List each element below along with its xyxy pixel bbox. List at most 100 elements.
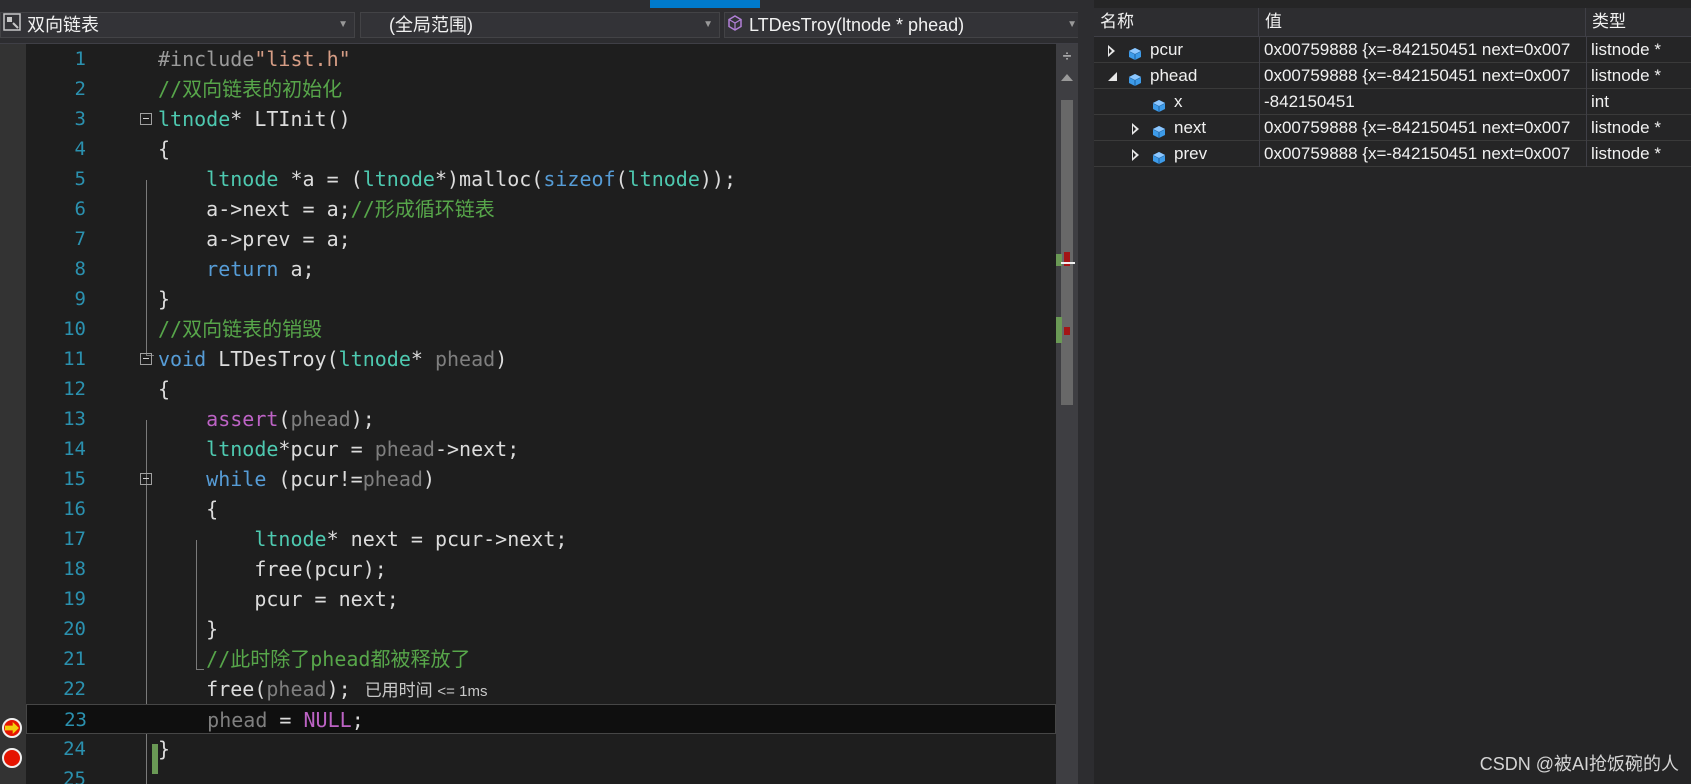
code-line[interactable]: 12 { xyxy=(26,374,1056,404)
code-line[interactable]: 13 assert(phead); xyxy=(26,404,1056,434)
code-line[interactable]: 22 free(phead); 已用时间 <= 1ms xyxy=(26,674,1056,704)
watermark: CSDN @被AI抢饭碗的人 xyxy=(1479,754,1679,774)
code-line[interactable]: 4{ xyxy=(26,134,1056,164)
code-token: while xyxy=(206,467,267,491)
code-line[interactable]: 18 free(pcur); xyxy=(26,554,1056,584)
line-number: 17 xyxy=(63,528,86,550)
watch-value[interactable]: 0x00759888 {x=-842150451 next=0x007 xyxy=(1259,37,1586,63)
watch-row[interactable]: prev 0x00759888 {x=-842150451 next=0x007 l… xyxy=(1094,141,1691,167)
code-editor[interactable]: 1 #include"list.h" 2//双向链表的初始化 3 ltnode* LTI… xyxy=(26,44,1056,784)
line-number: 7 xyxy=(74,228,86,250)
code-line[interactable]: 11 void LTDesTroy(ltnode* phead) xyxy=(26,344,1056,374)
chevron-down-icon: ▼ xyxy=(703,19,713,30)
watch-value[interactable]: -842150451 xyxy=(1259,89,1586,115)
code-line[interactable]: 17 ltnode* next = pcur->next; xyxy=(26,524,1056,554)
current-statement-arrow-icon[interactable] xyxy=(2,718,22,738)
expand-arrow-icon[interactable] xyxy=(1132,123,1139,135)
code-token: ltnode xyxy=(362,167,435,191)
breakpoint-icon[interactable] xyxy=(2,748,22,768)
column-header-value[interactable]: 值 xyxy=(1259,8,1586,36)
line-number: 10 xyxy=(63,318,86,340)
code-line[interactable]: 16 { xyxy=(26,494,1056,524)
scrollbar-marker xyxy=(1056,254,1062,266)
collapse-toggle-icon[interactable] xyxy=(140,473,152,485)
code-text: free(pcur); xyxy=(158,554,386,584)
watch-value[interactable]: 0x00759888 {x=-842150451 next=0x007 xyxy=(1259,141,1586,167)
watch-row[interactable]: x -842150451 int xyxy=(1094,89,1691,115)
editor-vertical-scrollbar[interactable]: ÷ xyxy=(1056,44,1078,784)
code-line[interactable]: 5 ltnode *a = (ltnode*)malloc(sizeof(ltn… xyxy=(26,164,1056,194)
code-token: ->next; xyxy=(434,437,520,461)
code-token: *pcur = xyxy=(278,437,375,461)
code-line[interactable]: 3 ltnode* LTInit() xyxy=(26,104,1056,134)
code-line[interactable]: 6 a->next = a;//形成循环链表 xyxy=(26,194,1056,224)
code-line[interactable]: 9} xyxy=(26,284,1056,314)
code-text: a->next = a;//形成循环链表 xyxy=(158,194,495,224)
code-line[interactable]: 7 a->prev = a; xyxy=(26,224,1056,254)
breakpoint-gutter[interactable] xyxy=(0,44,26,784)
scope-dropdown[interactable]: (全局范围) ▼ xyxy=(360,12,720,38)
line-number: 14 xyxy=(63,438,86,460)
line-number: 3 xyxy=(74,108,86,130)
watch-window: 名称 值 类型 pcur 0x00759888 {x=-842150451 nex… xyxy=(1094,0,1691,784)
code-line[interactable]: 25 xyxy=(26,764,1056,784)
line-number: 5 xyxy=(74,168,86,190)
code-line[interactable]: 2 //双向链表的初始化 xyxy=(26,74,1056,104)
line-number: 20 xyxy=(63,618,86,640)
code-line[interactable]: 21 //此时除了phead都被释放了 xyxy=(26,644,1056,674)
expand-arrow-icon[interactable] xyxy=(1132,149,1139,161)
code-text: pcur = next; xyxy=(158,584,399,614)
code-line[interactable]: 1 #include"list.h" xyxy=(26,44,1056,74)
variable-icon xyxy=(1152,95,1166,112)
scroll-up-arrow-icon[interactable] xyxy=(1061,74,1073,81)
column-header-type[interactable]: 类型 xyxy=(1586,8,1691,36)
line-number: 12 xyxy=(63,378,86,400)
code-token: return xyxy=(206,257,279,281)
code-line[interactable]: 20 } xyxy=(26,614,1056,644)
collapse-toggle-icon[interactable] xyxy=(140,353,152,365)
code-token: a->prev = a; xyxy=(158,227,351,251)
code-token: *a = ( xyxy=(278,167,363,191)
project-dropdown[interactable]: 双向链表 ▼ xyxy=(0,12,355,38)
watch-row[interactable]: pcur 0x00759888 {x=-842150451 next=0x007 l… xyxy=(1094,37,1691,63)
code-token: "list.h" xyxy=(254,47,351,71)
code-line[interactable]: 24} xyxy=(26,734,1056,764)
collapse-arrow-icon[interactable] xyxy=(1108,72,1117,81)
code-line[interactable]: 10 //双向链表的销毁 xyxy=(26,314,1056,344)
code-line[interactable]: 23 phead = NULL; xyxy=(26,704,1056,734)
function-cube-icon xyxy=(727,13,743,37)
code-token: NULL xyxy=(303,708,352,732)
code-line[interactable]: 19 pcur = next; xyxy=(26,584,1056,614)
watch-name: next xyxy=(1174,118,1207,137)
watch-row[interactable]: phead 0x00759888 {x=-842150451 next=0x007… xyxy=(1094,63,1691,89)
collapse-toggle-icon[interactable] xyxy=(140,113,152,125)
code-token: phead xyxy=(374,437,435,461)
panel-divider[interactable] xyxy=(1078,0,1094,784)
code-line[interactable]: 14 ltnode*pcur = phead->next; xyxy=(26,434,1056,464)
code-token: phead xyxy=(434,347,496,371)
code-line[interactable]: 8 return a; xyxy=(26,254,1056,284)
watch-row[interactable]: next 0x00759888 {x=-842150451 next=0x007 l… xyxy=(1094,115,1691,141)
line-number: 24 xyxy=(63,738,86,760)
code-token: { xyxy=(158,377,171,401)
code-text: } xyxy=(158,284,170,314)
code-line[interactable]: 15 while (pcur!=phead) xyxy=(26,464,1056,494)
watch-value[interactable]: 0x00759888 {x=-842150451 next=0x007 xyxy=(1259,63,1586,89)
code-token: )); xyxy=(699,167,737,191)
watch-value[interactable]: 0x00759888 {x=-842150451 next=0x007 xyxy=(1259,115,1586,141)
watch-header: 名称 值 类型 xyxy=(1094,8,1691,37)
column-header-name[interactable]: 名称 xyxy=(1094,8,1259,36)
code-token: ); xyxy=(326,677,351,701)
split-editor-icon[interactable]: ÷ xyxy=(1059,48,1075,66)
code-text: } xyxy=(158,734,170,764)
function-dropdown[interactable]: LTDesTroy(ltnode * phead) ▼ xyxy=(724,12,1084,38)
code-token: ); xyxy=(350,407,375,431)
watch-type: listnode * xyxy=(1586,141,1691,167)
line-number: 19 xyxy=(63,588,86,610)
expand-arrow-icon[interactable] xyxy=(1108,45,1115,57)
chevron-down-icon: ▼ xyxy=(338,19,348,30)
line-number: 1 xyxy=(74,48,86,70)
